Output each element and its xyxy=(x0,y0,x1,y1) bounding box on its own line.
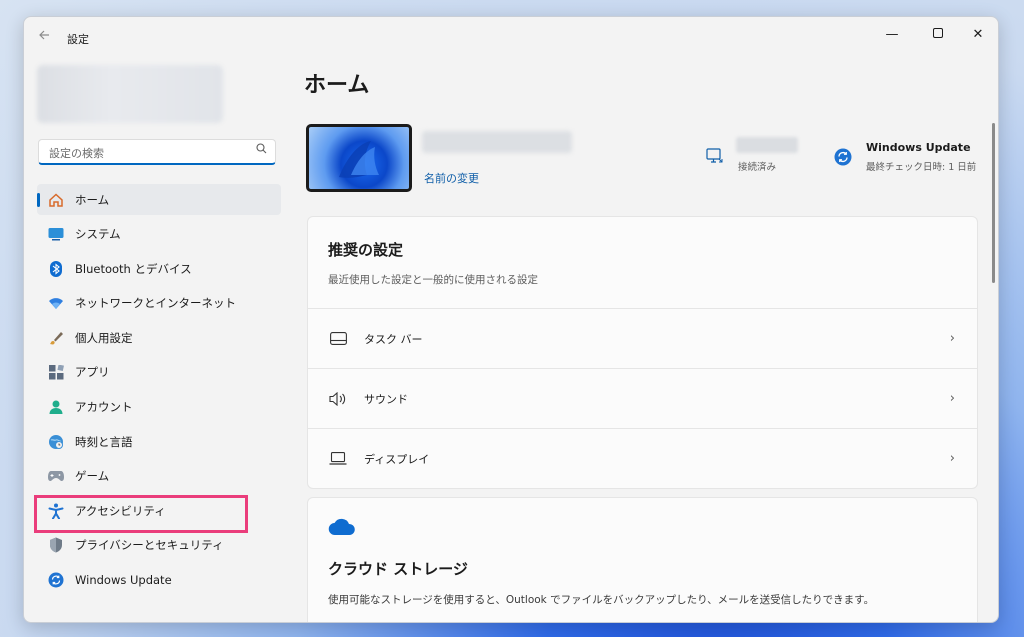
user-profile[interactable] xyxy=(37,65,223,123)
windows-update-icon[interactable] xyxy=(834,148,852,166)
sidebar-item-system[interactable]: システム xyxy=(37,219,281,250)
sidebar-item-label: ネットワークとインターネット xyxy=(75,296,236,311)
recommended-row-label: タスク バー xyxy=(364,332,423,346)
search-input[interactable] xyxy=(47,143,251,163)
sidebar-item-network[interactable]: ネットワークとインターネット xyxy=(37,288,281,319)
recommended-row-display[interactable]: ディスプレイ › xyxy=(308,428,977,488)
main-scrollbar[interactable] xyxy=(992,123,995,283)
cloud-storage-description: 使用可能なストレージを使用すると、Outlook でファイルをバックアップしたり… xyxy=(328,594,875,606)
recommended-row-taskbar[interactable]: タスク バー › xyxy=(308,308,977,368)
settings-window: 設定 — ✕ ホーム システム Blue xyxy=(23,16,999,623)
system-icon xyxy=(47,225,65,243)
back-button[interactable] xyxy=(34,27,54,47)
arrow-left-icon xyxy=(39,30,49,40)
sidebar-item-label: ホーム xyxy=(75,192,110,207)
chevron-right-icon: › xyxy=(949,391,955,406)
app-title: 設定 xyxy=(67,33,89,46)
close-button[interactable]: ✕ xyxy=(958,21,998,49)
windows-update-last-check: 最終チェック日時: 1 日前 xyxy=(866,162,977,173)
rename-link[interactable]: 名前の変更 xyxy=(424,170,479,186)
sidebar-item-accessibility[interactable]: アクセシビリティ xyxy=(37,495,281,526)
recommended-row-label: サウンド xyxy=(364,392,408,406)
laptop-icon xyxy=(328,449,348,469)
account-icon xyxy=(47,398,65,416)
taskbar-icon xyxy=(328,329,348,349)
device-name xyxy=(422,131,572,153)
brush-icon xyxy=(47,329,65,347)
apps-icon xyxy=(47,363,65,381)
sidebar-item-label: ゲーム xyxy=(75,469,110,484)
maximize-icon xyxy=(933,28,943,38)
wifi-icon xyxy=(47,294,65,312)
sidebar-item-bluetooth[interactable]: Bluetooth とデバイス xyxy=(37,253,281,284)
recommended-settings-card: 推奨の設定 最近使用した設定と一般的に使用される設定 タスク バー › サウンド… xyxy=(307,216,978,489)
device-wallpaper-thumbnail xyxy=(306,124,412,192)
maximize-button[interactable] xyxy=(918,21,958,49)
gamepad-icon xyxy=(47,467,65,485)
sidebar-item-label: アクセシビリティ xyxy=(75,503,166,518)
network-status: 接続済み xyxy=(738,162,777,173)
sidebar-item-personalization[interactable]: 個人用設定 xyxy=(37,322,281,353)
sidebar-item-label: システム xyxy=(75,227,121,242)
sidebar-item-label: 時刻と言語 xyxy=(75,434,133,449)
home-icon xyxy=(47,191,65,209)
cloud-storage-card: クラウド ストレージ 使用可能なストレージを使用すると、Outlook でファイ… xyxy=(307,497,978,622)
update-icon xyxy=(47,571,65,589)
sidebar-item-label: プライバシーとセキュリティ xyxy=(75,538,224,553)
sidebar-item-label: Windows Update xyxy=(75,573,172,588)
sidebar-item-time-language[interactable]: 時刻と言語 xyxy=(37,426,281,457)
sidebar-item-apps[interactable]: アプリ xyxy=(37,357,281,388)
sidebar-item-privacy[interactable]: プライバシーとセキュリティ xyxy=(37,530,281,561)
chevron-right-icon: › xyxy=(949,331,955,346)
recommended-title: 推奨の設定 xyxy=(328,241,404,259)
page-title: ホーム xyxy=(304,73,370,98)
settings-search xyxy=(38,139,276,165)
network-monitor-icon[interactable] xyxy=(706,147,724,165)
search-icon[interactable] xyxy=(256,143,267,157)
globe-clock-icon xyxy=(47,433,65,451)
recommended-row-sound[interactable]: サウンド › xyxy=(308,368,977,428)
sidebar-item-home[interactable]: ホーム xyxy=(37,184,281,215)
sidebar-item-gaming[interactable]: ゲーム xyxy=(37,461,281,492)
recommended-row-label: ディスプレイ xyxy=(364,452,430,466)
sidebar-item-label: アプリ xyxy=(75,365,110,380)
minimize-button[interactable]: — xyxy=(872,21,912,49)
windows-update-title[interactable]: Windows Update xyxy=(866,141,971,154)
recommended-subtitle: 最近使用した設定と一般的に使用される設定 xyxy=(328,274,538,286)
speaker-icon xyxy=(328,389,348,409)
accessibility-icon xyxy=(47,502,65,520)
cloud-storage-title: クラウド ストレージ xyxy=(328,560,468,578)
sidebar-item-label: 個人用設定 xyxy=(75,330,133,345)
sidebar-item-label: アカウント xyxy=(75,400,133,415)
chevron-right-icon: › xyxy=(949,451,955,466)
sidebar-item-windows-update[interactable]: Windows Update xyxy=(37,565,281,596)
cloud-icon xyxy=(328,518,356,536)
shield-icon xyxy=(47,536,65,554)
sidebar-nav: ホーム システム Bluetooth とデバイス ネットワークとインターネット … xyxy=(37,184,281,599)
sidebar-item-accounts[interactable]: アカウント xyxy=(37,392,281,423)
title-bar: 設定 — ✕ xyxy=(24,17,998,57)
bluetooth-icon xyxy=(47,260,65,278)
sidebar-item-label: Bluetooth とデバイス xyxy=(75,261,192,276)
network-name xyxy=(736,137,798,153)
